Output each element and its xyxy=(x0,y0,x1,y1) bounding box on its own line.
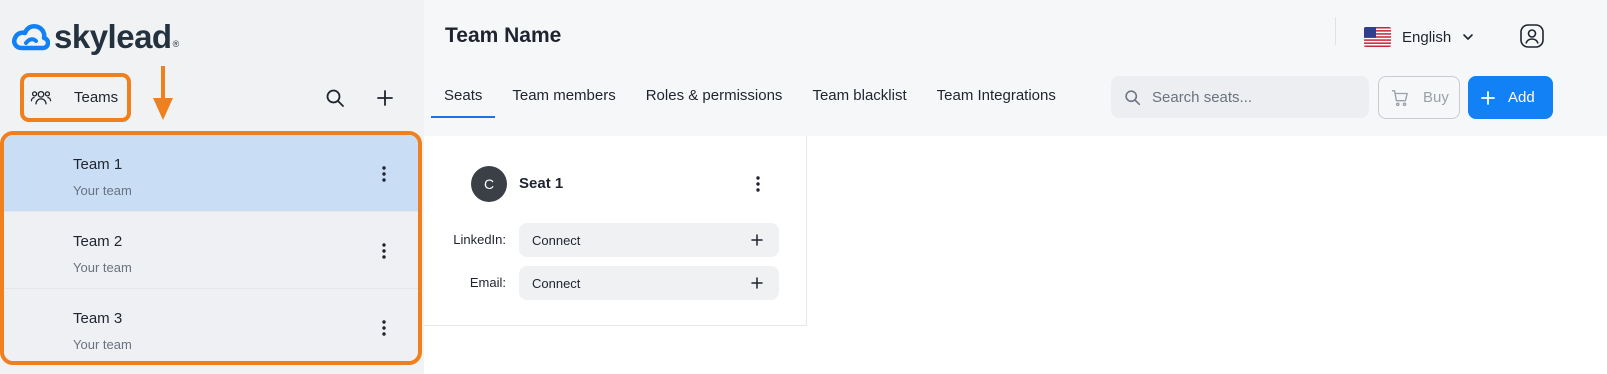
brand-name: skylead xyxy=(54,18,172,55)
skylead-logo[interactable]: skylead ® xyxy=(12,20,179,54)
team-group-icon xyxy=(30,90,52,104)
search-seats-input[interactable] xyxy=(1152,88,1352,106)
tab-roles-permissions[interactable]: Roles & permissions xyxy=(633,76,796,118)
sidebar-add-button[interactable] xyxy=(371,84,399,112)
buy-label: Buy xyxy=(1423,89,1449,106)
seat-card: C Seat 1 LinkedIn: Connect Email: Connec… xyxy=(424,136,807,326)
page-title: Team Name xyxy=(445,24,562,47)
more-vertical-icon xyxy=(382,166,386,182)
tab-team-blacklist[interactable]: Team blacklist xyxy=(799,76,919,118)
tab-seats[interactable]: Seats xyxy=(431,76,496,118)
tab-bar: Seats Team members Roles & permissions T… xyxy=(431,76,1073,118)
user-account-icon xyxy=(1520,24,1544,48)
language-label: English xyxy=(1402,28,1452,46)
chevron-down-icon xyxy=(1463,34,1474,40)
more-vertical-icon xyxy=(382,320,386,336)
buy-button[interactable]: Buy xyxy=(1378,76,1460,119)
search-icon xyxy=(1125,89,1141,105)
tab-team-integrations[interactable]: Team Integrations xyxy=(924,76,1069,118)
team-subtitle: Your team xyxy=(73,337,132,352)
team-options-button[interactable] xyxy=(376,163,392,185)
teams-header-label: Teams xyxy=(74,89,119,106)
user-account-button[interactable] xyxy=(1518,22,1546,50)
plus-icon xyxy=(751,277,763,289)
team-subtitle: Your team xyxy=(73,260,132,275)
language-selector[interactable]: English xyxy=(1364,23,1475,51)
team-list: Team 1 Your team Team 2 Your team Team 3… xyxy=(0,131,422,365)
team-options-button[interactable] xyxy=(376,240,392,262)
cart-icon xyxy=(1391,89,1408,106)
tab-team-members[interactable]: Team members xyxy=(499,76,628,118)
linkedin-connect-button[interactable]: Connect xyxy=(519,223,779,257)
team-name: Team 1 xyxy=(73,156,123,173)
team-options-button[interactable] xyxy=(376,317,392,339)
header-divider xyxy=(1335,17,1336,45)
seat-title: Seat 1 xyxy=(519,175,564,192)
plus-icon xyxy=(1481,90,1495,105)
more-vertical-icon xyxy=(756,176,760,192)
us-flag-icon xyxy=(1364,27,1391,47)
teams-header[interactable]: Teams xyxy=(20,73,131,122)
email-connect-button[interactable]: Connect xyxy=(519,266,779,300)
sidebar: skylead ® Teams Team 1 Your team Team 2 … xyxy=(0,0,424,374)
team-name: Team 3 xyxy=(73,310,123,327)
search-seats-field[interactable] xyxy=(1111,76,1369,118)
team-name: Team 2 xyxy=(73,233,123,250)
team-list-item[interactable]: Team 3 Your team xyxy=(4,289,418,361)
linkedin-connect-label: Connect xyxy=(532,232,581,248)
cloud-logo-icon xyxy=(12,24,50,51)
seat-avatar: C xyxy=(471,166,507,202)
plus-icon xyxy=(377,90,393,106)
top-bar: Team Name English Seats Team members Rol… xyxy=(424,0,1607,136)
linkedin-label: LinkedIn: xyxy=(453,232,506,247)
registered-mark: ® xyxy=(172,39,180,49)
more-vertical-icon xyxy=(382,243,386,259)
annotation-arrow-icon xyxy=(153,66,173,120)
plus-icon xyxy=(751,234,763,246)
email-connect-label: Connect xyxy=(532,275,581,291)
add-label: Add xyxy=(1508,89,1535,106)
team-list-item[interactable]: Team 2 Your team xyxy=(4,212,418,289)
sidebar-search-button[interactable] xyxy=(321,84,349,112)
seat-options-button[interactable] xyxy=(750,174,766,194)
search-icon xyxy=(326,89,344,107)
email-label: Email: xyxy=(469,275,506,290)
team-list-item[interactable]: Team 1 Your team xyxy=(4,135,418,212)
add-seat-button[interactable]: Add xyxy=(1468,76,1553,119)
team-subtitle: Your team xyxy=(73,183,132,198)
